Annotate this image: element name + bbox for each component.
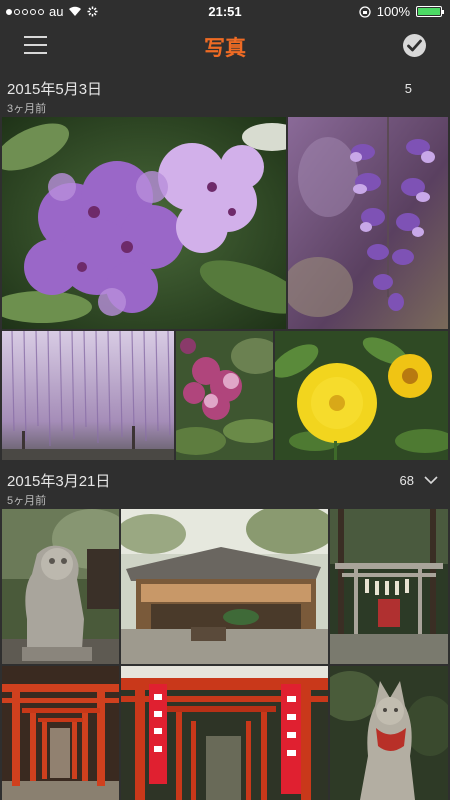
photo-thumbnail[interactable] bbox=[121, 509, 328, 664]
section-header[interactable]: 2015年5月3日 3ヶ月前 5 bbox=[0, 70, 450, 116]
photo-thumbnail[interactable] bbox=[330, 509, 448, 664]
photo-thumbnail[interactable] bbox=[121, 666, 328, 800]
status-right: 100% bbox=[359, 4, 444, 19]
nav-bar: 写真 bbox=[0, 22, 450, 70]
battery-percent: 100% bbox=[376, 4, 410, 19]
section-header[interactable]: 2015年3月21日 5ヶ月前 68 bbox=[0, 462, 450, 508]
section-date: 2015年3月21日 bbox=[7, 473, 111, 490]
section-count: 5 bbox=[404, 81, 412, 96]
photo-thumbnail[interactable] bbox=[2, 509, 119, 664]
photo-thumbnail[interactable] bbox=[176, 331, 273, 460]
section-count: 68 bbox=[399, 473, 414, 488]
photo-thumbnail[interactable] bbox=[2, 117, 286, 329]
photo-thumbnail[interactable] bbox=[2, 666, 119, 800]
section-relative-time: 3ヶ月前 bbox=[7, 103, 47, 115]
checkmark-icon bbox=[407, 39, 422, 52]
photo-thumbnail[interactable] bbox=[2, 331, 174, 460]
photo-thumbnail[interactable] bbox=[330, 666, 448, 800]
chevron-down-icon[interactable] bbox=[424, 475, 438, 485]
select-button[interactable] bbox=[403, 34, 426, 57]
section-relative-time: 5ヶ月前 bbox=[7, 495, 47, 507]
section-date: 2015年5月3日 bbox=[7, 81, 103, 98]
battery-icon bbox=[416, 6, 444, 17]
orientation-lock-icon bbox=[359, 5, 371, 18]
photo-thumbnail[interactable] bbox=[288, 117, 448, 329]
status-bar: au 21:51 100% bbox=[0, 0, 450, 22]
photo-thumbnail[interactable] bbox=[275, 331, 448, 460]
page-title: 写真 bbox=[204, 37, 246, 60]
